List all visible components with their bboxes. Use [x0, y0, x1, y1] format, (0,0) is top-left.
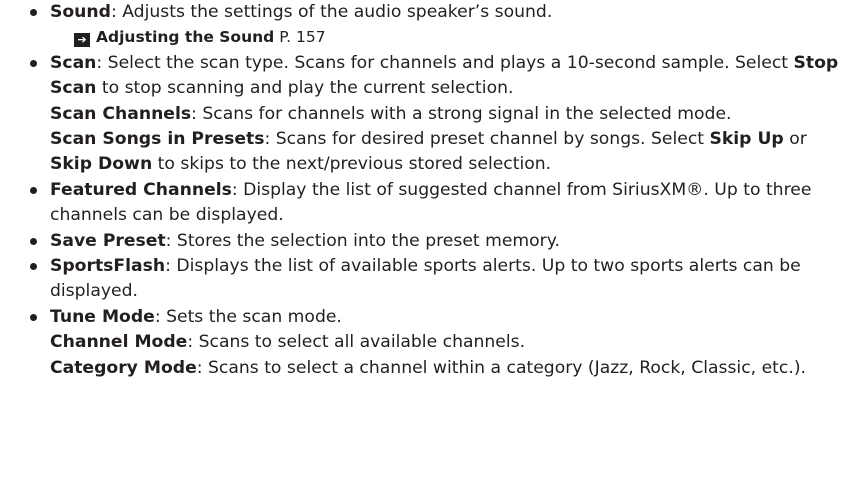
desc-channel-mode: : Scans to select all available channels…: [187, 332, 526, 353]
sub-item-channel-mode: Channel Mode: Scans to select all availa…: [50, 330, 845, 355]
skip-down-term: Skip Down: [50, 154, 153, 175]
term-save-preset: Save Preset: [50, 230, 166, 251]
bullet-icon: [30, 186, 37, 194]
menu-option-list: Sound: Adjusts the settings of the audio…: [0, 0, 855, 381]
desc-scan-channels: : Scans for channels with a strong signa…: [191, 103, 732, 124]
bullet-icon: [30, 237, 37, 245]
desc-sound: : Adjusts the settings of the audio spea…: [110, 2, 553, 22]
term-scan-channels: Scan Channels: [50, 103, 192, 124]
term-channel-mode: Channel Mode: [50, 332, 188, 353]
term-scan: Scan: [50, 52, 97, 73]
arrow-right-icon: ➔: [74, 33, 90, 48]
cross-reference-link[interactable]: ➔ Adjusting the Sound P. 157: [50, 25, 845, 50]
skip-up-term: Skip Up: [709, 129, 784, 150]
bullet-icon: [30, 9, 37, 16]
sub-item-scan-channels: Scan Channels: Scans for channels with a…: [50, 102, 845, 127]
desc-tune-mode: : Sets the scan mode.: [154, 306, 342, 327]
desc-scan-songs: : Scans for desired preset channel by so…: [264, 129, 710, 150]
bullet-icon: [30, 263, 37, 271]
sub-item-scan-songs: Scan Songs in Presets: Scans for desired…: [50, 127, 845, 178]
list-item-scan: Scan: Select the scan type. Scans for ch…: [0, 51, 855, 178]
list-item-tune-mode: Tune Mode: Sets the scan mode. Channel M…: [0, 305, 855, 381]
desc-category-mode: : Scans to select a channel within a cat…: [196, 357, 806, 378]
term-sound: Sound: [50, 2, 111, 22]
term-featured-channels: Featured Channels: [50, 179, 232, 200]
desc-scan: : Select the scan type. Scans for channe…: [96, 52, 794, 73]
term-category-mode: Category Mode: [50, 357, 197, 378]
desc-or: or: [783, 129, 807, 150]
list-item-sportsflash: SportsFlash: Displays the list of availa…: [0, 254, 855, 305]
term-sportsflash: SportsFlash: [50, 256, 166, 277]
desc-save-preset: : Stores the selection into the preset m…: [165, 230, 560, 251]
list-item-save-preset: Save Preset: Stores the selection into t…: [0, 229, 855, 254]
sub-item-category-mode: Category Mode: Scans to select a channel…: [50, 356, 845, 381]
list-item-sound: Sound: Adjusts the settings of the audio…: [0, 0, 855, 51]
bullet-icon: [30, 59, 37, 67]
xref-page: P. 157: [279, 28, 326, 47]
term-scan-songs: Scan Songs in Presets: [50, 129, 265, 150]
xref-title: Adjusting the Sound: [96, 28, 275, 47]
desc-scan-songs-end: to skips to the next/previous stored sel…: [152, 154, 552, 175]
term-tune-mode: Tune Mode: [50, 306, 155, 327]
list-item-featured-channels: Featured Channels: Display the list of s…: [0, 178, 855, 229]
bullet-icon: [30, 313, 37, 321]
desc-scan-end: to stop scanning and play the current se…: [96, 78, 514, 99]
